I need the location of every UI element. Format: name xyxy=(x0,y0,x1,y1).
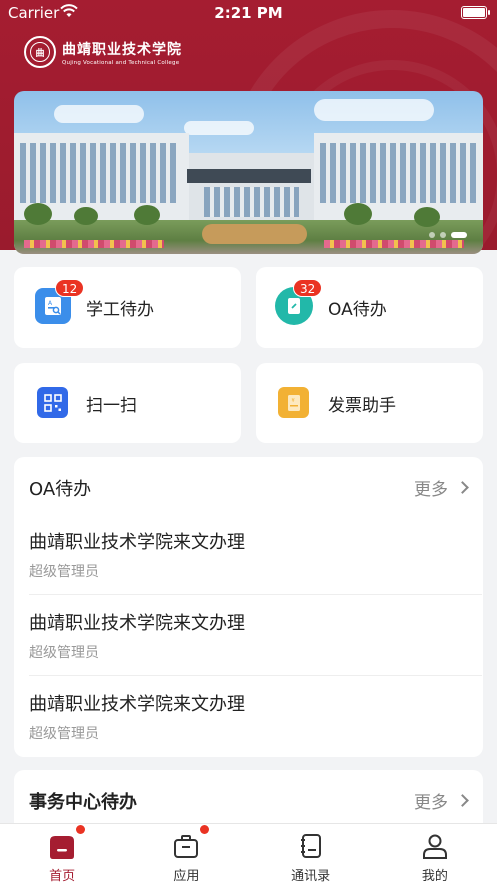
home-screen: Carrier 2:21 PM 曲 曲靖职业技术学院 Qujing Vocati… xyxy=(0,0,497,883)
banner-dot[interactable] xyxy=(440,232,446,238)
college-logo: 曲 曲靖职业技术学院 Qujing Vocational and Technic… xyxy=(24,35,182,69)
student-affairs-badge: 12 xyxy=(55,279,85,297)
status-bar: Carrier 2:21 PM xyxy=(0,0,497,26)
chevron-right-icon xyxy=(456,481,469,494)
tab-contacts[interactable]: 通讯录 xyxy=(249,824,373,883)
scan-label: 扫一扫 xyxy=(86,396,137,416)
apps-notification-dot xyxy=(200,825,210,834)
campus-banner[interactable] xyxy=(14,91,483,254)
oa-item-title: 曲靖职业技术学院来文办理 xyxy=(29,613,245,634)
briefcase-icon xyxy=(174,835,199,858)
oa-badge: 32 xyxy=(293,279,323,297)
banner-pagination xyxy=(429,232,467,238)
home-notification-dot xyxy=(76,825,85,834)
oa-more-link[interactable]: 更多 xyxy=(414,475,469,500)
banner-dot[interactable] xyxy=(429,232,435,238)
oa-section-title: OA待办 xyxy=(29,479,92,500)
profile-icon xyxy=(422,834,447,859)
tab-home-label: 首页 xyxy=(49,869,76,883)
contacts-icon xyxy=(300,834,321,858)
tab-profile-label: 我的 xyxy=(421,869,448,883)
affairs-more-link[interactable]: 更多 xyxy=(414,788,469,813)
student-affairs-label: 学工待办 xyxy=(86,300,154,320)
chevron-right-icon xyxy=(456,794,469,807)
affairs-section-title: 事务中心待办 xyxy=(29,792,137,813)
battery-icon xyxy=(461,6,490,19)
quick-action-invoice[interactable]: ¥ 发票助手 xyxy=(256,363,483,443)
tab-profile[interactable]: 我的 xyxy=(373,824,497,883)
oa-item-subtitle: 超级管理员 xyxy=(29,645,99,661)
oa-item-subtitle: 超级管理员 xyxy=(29,726,99,742)
oa-list-item[interactable]: 曲靖职业技术学院来文办理 超级管理员 xyxy=(29,514,482,595)
quick-action-student-affairs[interactable]: A 12 学工待办 xyxy=(14,267,241,348)
college-name-english: Qujing Vocational and Technical College xyxy=(62,59,180,66)
quick-action-oa[interactable]: 32 OA待办 xyxy=(256,267,483,348)
oa-list-item[interactable]: 曲靖职业技术学院来文办理 超级管理员 xyxy=(29,676,482,757)
oa-item-title: 曲靖职业技术学院来文办理 xyxy=(29,694,245,715)
tab-contacts-label: 通讯录 xyxy=(291,869,331,883)
tab-apps-label: 应用 xyxy=(173,869,200,883)
oa-todo-section: OA待办 更多 曲靖职业技术学院来文办理 超级管理员 曲靖职业技术学院来文办理 … xyxy=(14,457,483,757)
clock: 2:21 PM xyxy=(214,4,283,22)
tab-apps[interactable]: 应用 xyxy=(124,824,248,883)
svg-text:¥: ¥ xyxy=(291,398,294,404)
oa-list-item[interactable]: 曲靖职业技术学院来文办理 超级管理员 xyxy=(29,595,482,676)
college-seal-icon: 曲 xyxy=(24,36,56,68)
college-name: 曲靖职业技术学院 xyxy=(62,41,182,58)
bottom-tab-bar: 首页 应用 通讯录 我的 xyxy=(0,823,497,883)
oa-label: OA待办 xyxy=(328,300,387,320)
oa-item-title: 曲靖职业技术学院来文办理 xyxy=(29,532,245,553)
qr-scan-icon xyxy=(37,387,68,418)
invoice-icon: ¥ xyxy=(278,387,309,418)
banner-dot-active[interactable] xyxy=(451,232,467,238)
invoice-label: 发票助手 xyxy=(328,396,396,416)
oa-item-subtitle: 超级管理员 xyxy=(29,564,99,580)
quick-action-scan[interactable]: 扫一扫 xyxy=(14,363,241,443)
home-icon xyxy=(50,836,75,859)
tab-home[interactable]: 首页 xyxy=(0,824,124,883)
